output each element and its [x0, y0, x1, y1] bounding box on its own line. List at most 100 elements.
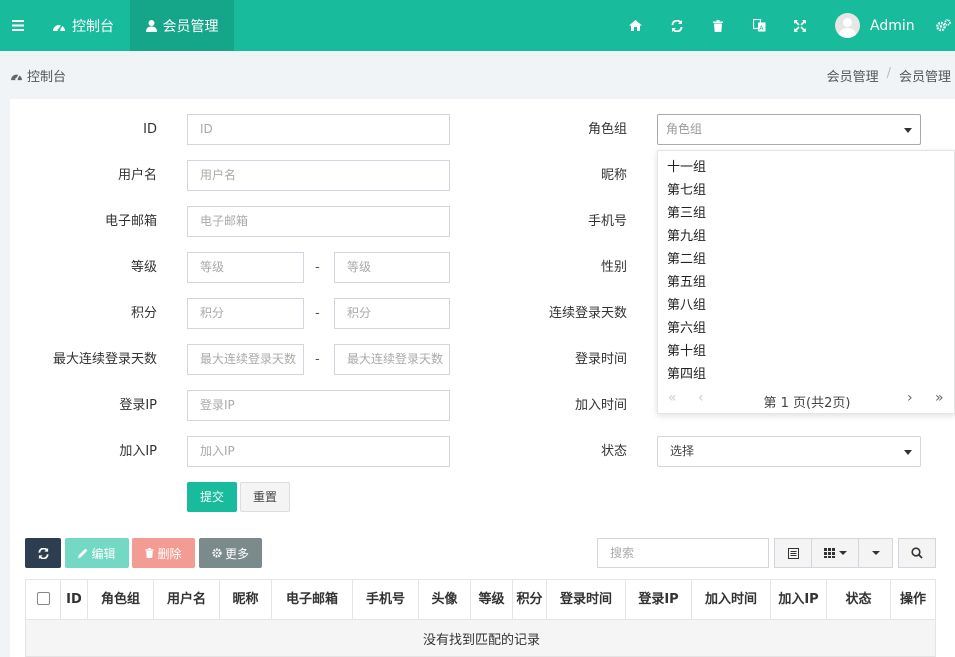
join-ip-input[interactable]: 加入IP — [187, 436, 450, 467]
refresh-icon — [671, 19, 683, 32]
score-from-input[interactable]: 积分 — [187, 298, 304, 329]
more-label: 更多 — [224, 546, 249, 561]
column-header[interactable]: 操作 — [891, 580, 935, 619]
more-button[interactable]: 更多 — [199, 538, 262, 568]
language-button[interactable]: A — [744, 0, 774, 51]
search-icon — [911, 547, 923, 559]
range-separator: - — [315, 306, 320, 321]
list-icon — [787, 547, 799, 559]
tab-dashboard[interactable]: 控制台 — [36, 0, 130, 51]
edit-button[interactable]: 编辑 — [65, 538, 129, 568]
label-join-time: 加入时间 — [574, 398, 627, 413]
translate-icon: A — [752, 19, 765, 32]
label-login-time: 登录时间 — [574, 352, 627, 367]
column-header[interactable]: 用户名 — [154, 580, 220, 619]
dropdown-option[interactable]: 第七组 — [667, 179, 706, 202]
toggle-view-button[interactable] — [774, 538, 812, 568]
level-to-input[interactable]: 等级 — [334, 252, 450, 283]
dropdown-option[interactable]: 第十组 — [667, 340, 706, 363]
column-header[interactable]: 手机号 — [353, 580, 419, 619]
top-navbar: 控制台 会员管理 A Admin — [0, 0, 955, 51]
label-email: 电子邮箱 — [104, 214, 157, 229]
select-all-checkbox[interactable] — [37, 592, 50, 605]
export-button[interactable] — [858, 538, 893, 568]
label-max-successions: 最大连续登录天数 — [52, 352, 157, 367]
label-level: 等级 — [130, 260, 157, 275]
column-header[interactable]: 登录IP — [626, 580, 692, 619]
dashboard-icon — [10, 70, 23, 81]
label-successions: 连续登录天数 — [548, 306, 627, 321]
trash-icon — [145, 548, 155, 558]
column-header[interactable]: 昵称 — [220, 580, 272, 619]
level-from-input[interactable]: 等级 — [187, 252, 304, 283]
last-page-icon[interactable]: » — [935, 390, 944, 406]
refresh-table-button[interactable] — [25, 538, 61, 568]
breadcrumb-item[interactable]: 会员管理 — [827, 66, 879, 85]
column-header[interactable]: 积分 — [513, 580, 547, 619]
table-search-input[interactable]: 搜索 — [597, 538, 769, 568]
score-to-input[interactable]: 积分 — [334, 298, 450, 329]
tab-dashboard-label: 控制台 — [72, 18, 114, 35]
delete-button[interactable]: 删除 — [132, 538, 195, 568]
dropdown-option[interactable]: 十一组 — [667, 156, 706, 179]
status-select[interactable]: 选择 — [657, 436, 921, 467]
tab-member-management[interactable]: 会员管理 — [130, 0, 234, 51]
clear-cache-button[interactable] — [703, 0, 733, 51]
label-id: ID — [143, 122, 157, 137]
label-nickname: 昵称 — [600, 168, 627, 183]
hamburger-icon — [12, 20, 24, 31]
range-separator: - — [315, 352, 320, 367]
advanced-search-button[interactable] — [898, 538, 936, 568]
column-header[interactable]: 加入时间 — [692, 580, 771, 619]
refresh-page-button[interactable] — [662, 0, 692, 51]
column-header[interactable]: 头像 — [419, 580, 471, 619]
settings-button[interactable] — [928, 0, 955, 51]
column-header[interactable]: 登录时间 — [547, 580, 626, 619]
column-header[interactable]: 角色组 — [88, 580, 154, 619]
user-menu[interactable]: Admin — [835, 0, 915, 51]
home-button[interactable] — [620, 0, 650, 51]
group-dropdown: 十一组 第七组 第三组 第九组 第二组 第五组 第八组 第六组 第十组 第四组 … — [657, 150, 955, 414]
columns-button[interactable] — [811, 538, 859, 568]
dropdown-option[interactable]: 第三组 — [667, 202, 706, 225]
menu-toggle-button[interactable] — [0, 0, 36, 51]
next-page-icon[interactable]: › — [907, 390, 913, 406]
user-name: Admin — [870, 17, 915, 34]
column-header[interactable]: 等级 — [471, 580, 513, 619]
dashboard-icon — [52, 20, 66, 32]
caret-down-icon — [838, 551, 847, 555]
cog-icon — [212, 548, 222, 558]
column-header[interactable]: ID — [61, 580, 88, 619]
max-successions-from-input[interactable]: 最大连续登录天数 — [187, 344, 304, 375]
dropdown-option[interactable]: 第六组 — [667, 317, 706, 340]
email-input[interactable]: 电子邮箱 — [187, 206, 450, 237]
breadcrumb-item: 会员管理 — [898, 70, 951, 85]
trash-icon — [713, 19, 723, 32]
user-icon — [145, 19, 157, 32]
fullscreen-icon — [794, 19, 806, 32]
breadcrumb-separator: / — [886, 66, 891, 81]
home-icon — [628, 20, 642, 31]
column-header[interactable]: 电子邮箱 — [272, 580, 353, 619]
reset-button[interactable]: 重置 — [240, 482, 290, 512]
range-separator: - — [315, 260, 320, 275]
dropdown-option[interactable]: 第五组 — [667, 271, 706, 294]
label-mobile: 手机号 — [587, 214, 627, 229]
label-join-ip: 加入IP — [119, 444, 157, 459]
submit-button[interactable]: 提交 — [187, 482, 237, 512]
column-header[interactable]: 状态 — [827, 580, 891, 619]
tab-member-label: 会员管理 — [162, 18, 219, 35]
dropdown-option[interactable]: 第四组 — [667, 363, 706, 386]
username-input[interactable]: 用户名 — [187, 160, 450, 191]
login-ip-input[interactable]: 登录IP — [187, 390, 450, 421]
page-title-text: 控制台 — [27, 70, 67, 85]
dropdown-option[interactable]: 第八组 — [667, 294, 706, 317]
group-select[interactable]: 角色组 — [657, 114, 921, 145]
max-successions-to-input[interactable]: 最大连续登录天数 — [334, 344, 450, 375]
column-header[interactable]: 加入IP — [771, 580, 827, 619]
id-input[interactable]: ID — [187, 114, 450, 145]
fullscreen-button[interactable] — [785, 0, 815, 51]
label-gender: 性别 — [600, 260, 627, 275]
dropdown-option[interactable]: 第二组 — [667, 248, 706, 271]
dropdown-option[interactable]: 第九组 — [667, 225, 706, 248]
